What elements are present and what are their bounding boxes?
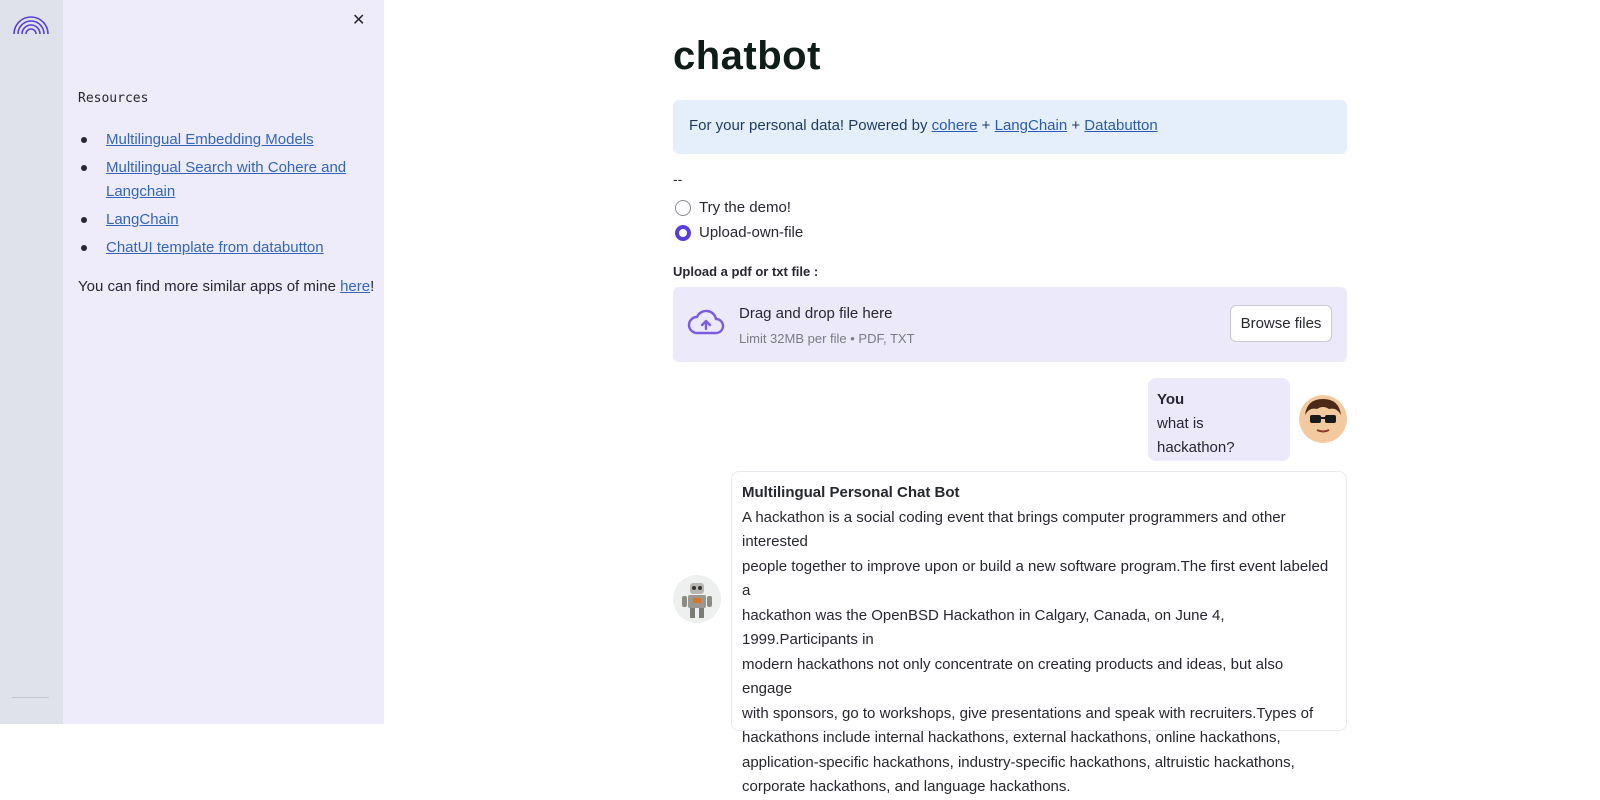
dropzone-limit: Limit 32MB per file • PDF, TXT <box>739 331 915 346</box>
bot-message: Multilingual Personal Chat Bot A hackath… <box>731 471 1347 795</box>
cloud-upload-icon <box>687 309 725 335</box>
radio-group-label: -- <box>673 171 683 187</box>
info-sep: + <box>1067 117 1085 134</box>
radio-selected-icon[interactable] <box>675 224 691 241</box>
dropzone-instructions: Drag and drop file here <box>739 305 893 322</box>
cohere-link[interactable]: cohere <box>932 117 978 134</box>
list-item: LangChain <box>78 208 378 232</box>
sidebar-heading: Resources <box>78 91 149 106</box>
link-multilingual-embedding-models[interactable]: Multilingual Embedding Models <box>106 131 314 148</box>
close-icon[interactable]: ✕ <box>352 12 365 29</box>
bot-message-line: A hackathon is a social coding event tha… <box>742 508 1286 551</box>
upload-label: Upload a pdf or txt file : <box>673 264 819 279</box>
bot-message-line: modern hackathons not only concentrate o… <box>742 655 1284 698</box>
bot-message-line: hackathon was the OpenBSD Hackathon in C… <box>742 606 1225 649</box>
close-sidebar-button[interactable]: ✕ <box>352 10 372 30</box>
more-apps-prefix: You can find more similar apps of mine <box>78 278 341 295</box>
langchain-link[interactable]: LangChain <box>995 117 1068 134</box>
radio-upload-own-file[interactable]: Upload-own-file <box>675 224 803 241</box>
bot-avatar <box>673 575 721 623</box>
bot-message-line: corporate hackathons, and language hacka… <box>742 778 1071 795</box>
file-dropzone[interactable]: Drag and drop file here Limit 32MB per f… <box>673 287 1347 362</box>
list-item: Multilingual Embedding Models <box>78 128 378 152</box>
user-name: You <box>1157 391 1185 408</box>
rail-divider <box>12 697 49 698</box>
list-item: ChatUI template from databutton <box>78 236 378 260</box>
more-apps-suffix: ! <box>370 278 375 295</box>
bot-message-line: application-specific hackathons, industr… <box>742 753 1295 771</box>
bot-name: Multilingual Personal Chat Bot <box>742 484 960 501</box>
resources-list: Multilingual Embedding Models Multilingu… <box>78 128 378 264</box>
user-message-text: what is hackathon? <box>1157 415 1235 456</box>
more-apps-link[interactable]: here <box>340 278 370 295</box>
radio-try-demo[interactable]: Try the demo! <box>675 199 791 216</box>
bot-message-line: people together to improve upon or build… <box>742 557 1329 600</box>
page-title: chatbot <box>673 34 821 78</box>
bot-message-line: with sponsors, go to workshops, give pre… <box>742 704 1314 722</box>
radio-label: Try the demo! <box>699 199 791 216</box>
radio-circle-icon[interactable] <box>675 199 691 216</box>
radio-label: Upload-own-file <box>699 224 804 241</box>
user-avatar <box>1299 395 1347 443</box>
user-message: You what is hackathon? <box>1148 378 1290 461</box>
link-multilingual-search[interactable]: Multilingual Search with Cohere and Lang… <box>106 159 346 200</box>
info-prefix: For your personal data! Powered by <box>689 117 932 134</box>
app-rail <box>0 0 63 724</box>
info-sep: + <box>977 117 995 134</box>
more-apps-text: You can find more similar apps of mine h… <box>78 275 374 299</box>
list-item: Multilingual Search with Cohere and Lang… <box>78 156 378 204</box>
sidebar <box>63 0 384 724</box>
link-langchain[interactable]: LangChain <box>106 211 179 228</box>
bot-message-line: hackathons include internal hackathons, … <box>742 729 1281 746</box>
link-chatui-template[interactable]: ChatUI template from databutton <box>106 239 324 256</box>
browse-files-button[interactable]: Browse files <box>1230 305 1332 342</box>
rainbow-logo-icon[interactable] <box>12 12 50 36</box>
databutton-link[interactable]: Databutton <box>1084 117 1157 134</box>
info-banner: For your personal data! Powered by coher… <box>673 100 1347 154</box>
